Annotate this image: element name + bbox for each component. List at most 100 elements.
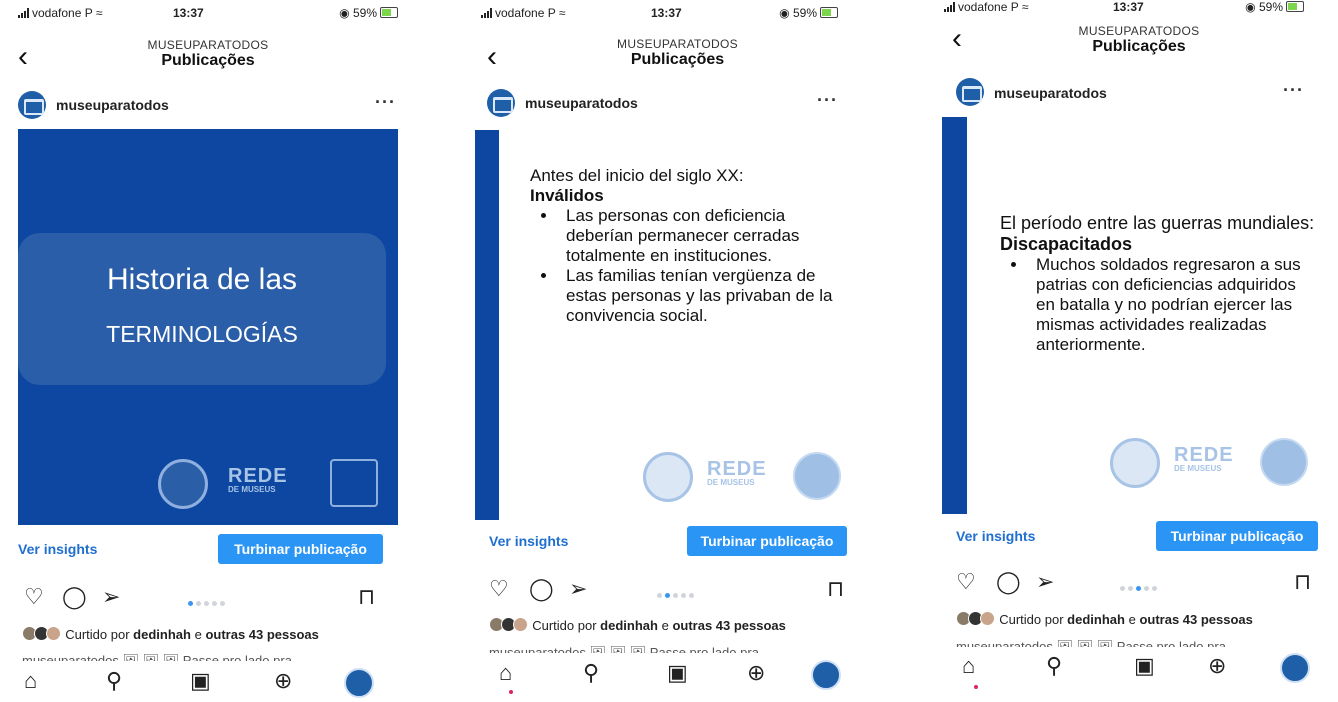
insights-link[interactable]: Ver insights — [489, 533, 568, 549]
rede-museus-logo: REDE DE MUSEUS — [228, 465, 288, 494]
battery-icon — [820, 7, 838, 18]
avatar[interactable] — [487, 89, 515, 117]
bottom-nav: ⌂ ⚲ ▣ ⊕ — [18, 668, 398, 702]
university-seal-logo — [158, 459, 208, 509]
share-icon[interactable]: ➢ — [1036, 569, 1054, 595]
battery-icon — [1286, 1, 1304, 12]
bullet-item: Muchos soldados regresaron a sus patrias… — [1028, 255, 1315, 355]
wifi-icon: ≈ — [1021, 0, 1029, 14]
boost-button[interactable]: Turbinar publicação — [687, 526, 847, 556]
status-bar: vodafone P ≈ 13:37 ◉ 59% — [942, 0, 1322, 16]
post-username[interactable]: museuparatodos — [525, 95, 638, 111]
comment-icon[interactable]: ◯ — [529, 576, 554, 602]
signal-icon — [18, 8, 30, 18]
post-image[interactable]: El período entre las guerras mundiales: … — [942, 117, 1322, 514]
slide-subtitle: TERMINOLOGÍAS — [106, 321, 298, 347]
slide-heading-wrap: El período entre las guerras mundiales: … — [1000, 213, 1315, 255]
boost-button[interactable]: Turbinar publicação — [218, 534, 383, 564]
clock: 13:37 — [173, 6, 204, 20]
carrier: vodafone P ≈ — [18, 6, 102, 20]
slide-heading: Antes del inicio del siglo XX: — [530, 166, 744, 185]
more-options-icon[interactable]: ··· — [817, 90, 838, 111]
status-bar: vodafone P ≈ 13:37 ◉ 59% — [18, 6, 398, 22]
caption-truncated: museuparatodos 🖼 🖼 🖼 Passe pro lado pra … — [489, 645, 774, 653]
partner-logos: REDE DE MUSEUS — [158, 459, 388, 509]
insights-link[interactable]: Ver insights — [956, 528, 1035, 544]
rede-museus-logo: REDE DE MUSEUS — [707, 458, 767, 487]
heart-icon[interactable]: ♡ — [24, 584, 44, 610]
home-icon[interactable]: ⌂ — [962, 653, 975, 679]
slide-heading-bold: Inválidos — [530, 186, 604, 205]
caption-truncated: museuparatodos 🖼 🖼 🖼 Passe pro lado pra … — [22, 653, 307, 661]
heart-icon[interactable]: ♡ — [489, 576, 509, 602]
bullet-item: Las familias tenían vergüenza de estas p… — [558, 266, 850, 326]
shop-icon[interactable]: ⊕ — [1208, 653, 1226, 679]
account-name: MUSEUPARATODOS — [617, 37, 738, 51]
carrier: vodafone P ≈ — [481, 6, 565, 20]
university-seal-logo — [1110, 438, 1160, 488]
post-image[interactable]: Antes del inicio del siglo XX: Inválidos… — [475, 130, 860, 520]
profile-avatar-icon[interactable] — [811, 660, 841, 690]
bookmark-icon[interactable]: ⊓ — [827, 576, 844, 602]
comment-icon[interactable]: ◯ — [62, 584, 87, 610]
title-box: Historia de las TERMINOLOGÍAS — [18, 233, 386, 385]
share-icon[interactable]: ➢ — [569, 576, 587, 602]
search-icon[interactable]: ⚲ — [583, 660, 599, 686]
slide-title: Historia de las — [106, 263, 298, 296]
bottom-nav: ⌂ ⚲ ▣ ⊕ — [942, 653, 1322, 695]
bookmark-icon[interactable]: ⊓ — [1294, 569, 1311, 595]
reels-icon[interactable]: ▣ — [667, 660, 688, 686]
notification-dot — [509, 690, 513, 694]
partner-logos: REDE DE MUSEUS — [643, 452, 853, 502]
share-icon[interactable]: ➢ — [102, 584, 120, 610]
museum-building-logo — [1260, 438, 1308, 486]
likes-summary[interactable]: Curtido por dedinhah e outras 43 pessoas — [956, 611, 1253, 627]
blue-stripe — [475, 130, 499, 520]
signal-icon — [481, 8, 493, 18]
likes-summary[interactable]: Curtido por dedinhah e outras 43 pessoas — [22, 626, 319, 642]
bullet-list: Las personas con deficiencia deberían pe… — [530, 206, 850, 326]
insights-link[interactable]: Ver insights — [18, 541, 97, 557]
heart-icon[interactable]: ♡ — [956, 569, 976, 595]
comment-icon[interactable]: ◯ — [996, 569, 1021, 595]
likes-summary[interactable]: Curtido por dedinhah e outras 43 pessoas — [489, 617, 786, 633]
bullet-item: Las personas con deficiencia deberían pe… — [558, 206, 850, 266]
search-icon[interactable]: ⚲ — [1046, 653, 1062, 679]
profile-avatar-icon[interactable] — [344, 668, 374, 698]
avatar[interactable] — [956, 78, 984, 106]
signal-icon — [944, 2, 956, 12]
shop-icon[interactable]: ⊕ — [274, 668, 292, 694]
bottom-nav: ⌂ ⚲ ▣ ⊕ — [475, 660, 860, 702]
profile-avatar-icon[interactable] — [1280, 653, 1310, 683]
rede-museus-logo: REDE DE MUSEUS — [1174, 444, 1234, 473]
blue-stripe — [942, 117, 967, 514]
university-seal-logo — [643, 452, 693, 502]
phone-screen-3: vodafone P ≈ 13:37 ◉ 59% ‹ MUSEUPARATODO… — [942, 0, 1322, 702]
wifi-icon: ≈ — [95, 6, 103, 20]
clock: 13:37 — [1113, 0, 1144, 14]
search-icon[interactable]: ⚲ — [106, 668, 122, 694]
reels-icon[interactable]: ▣ — [190, 668, 211, 694]
more-options-icon[interactable]: ··· — [1283, 80, 1304, 101]
bookmark-icon[interactable]: ⊓ — [358, 584, 375, 610]
boost-button[interactable]: Turbinar publicação — [1156, 521, 1318, 551]
page-title: Publicações — [630, 51, 725, 68]
shop-icon[interactable]: ⊕ — [747, 660, 765, 686]
battery: ◉ 59% — [1245, 0, 1304, 14]
slide-body: El período entre las guerras mundiales: … — [1000, 213, 1315, 355]
more-options-icon[interactable]: ··· — [375, 92, 396, 113]
home-icon[interactable]: ⌂ — [499, 660, 512, 686]
slide-heading-bold: Discapacitados — [1000, 234, 1133, 254]
avatar[interactable] — [18, 91, 46, 119]
phone-screen-1: vodafone P ≈ 13:37 ◉ 59% ‹ MUSEUPARATODO… — [18, 0, 398, 702]
post-username[interactable]: museuparatodos — [994, 85, 1107, 101]
account-name: MUSEUPARATODOS — [147, 38, 269, 52]
museum-building-logo — [330, 459, 378, 507]
battery: ◉ 59% — [339, 6, 398, 20]
slide-body: Antes del inicio del siglo XX: Inválidos… — [530, 166, 850, 326]
battery: ◉ 59% — [779, 6, 838, 20]
home-icon[interactable]: ⌂ — [24, 668, 37, 694]
reels-icon[interactable]: ▣ — [1134, 653, 1155, 679]
post-username[interactable]: museuparatodos — [56, 97, 169, 113]
post-image[interactable]: Historia de las TERMINOLOGÍAS REDE DE MUS… — [18, 129, 398, 525]
